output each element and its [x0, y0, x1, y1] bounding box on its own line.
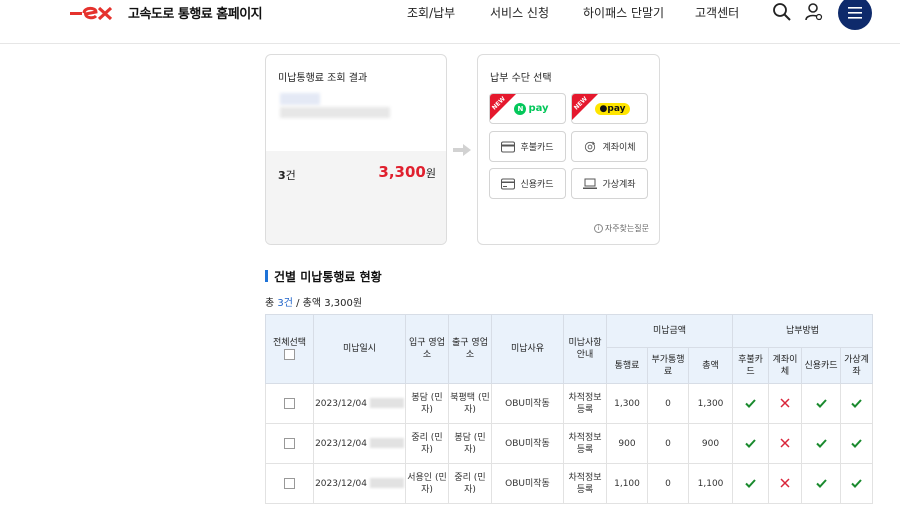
- card-icon: [501, 141, 516, 152]
- user-icon[interactable]: [804, 2, 824, 22]
- cell-exit: 중리 (민자): [448, 463, 492, 504]
- cell-reason: OBU미작동: [491, 383, 564, 424]
- check-icon: [732, 423, 770, 464]
- col-reason: 미납사유: [491, 314, 564, 384]
- cell-guide: 차적정보 등록: [563, 463, 607, 504]
- cell-surcharge: 0: [647, 383, 689, 424]
- row-checkbox[interactable]: [284, 437, 295, 449]
- laptop-icon: [583, 178, 598, 189]
- unpaid-toll-table: 전체선택 미납일시 입구 영업소 출구 영업소 미납사유 미납사항 안내 미납금…: [265, 314, 874, 504]
- cell-surcharge: 0: [647, 463, 689, 504]
- cell-entry: 봉담 (민자): [405, 383, 449, 424]
- check-icon: [840, 423, 874, 464]
- check-icon: [840, 463, 874, 504]
- table-row: 2023/12/04 서용인 (민자) 중리 (민자) OBU미작동 차적정보 …: [265, 463, 874, 504]
- table-row: 2023/12/04 중리 (민자) 봉담 (민자) OBU미작동 차적정보 등…: [265, 423, 874, 464]
- site-logo[interactable]: 고속도로 통행료 홈페이지: [70, 3, 263, 22]
- kakao-pay-button[interactable]: NEW ● pay: [571, 93, 648, 124]
- site-title: 고속도로 통행료 홈페이지: [128, 7, 263, 22]
- unpaid-summary: 총 3건 / 총액 3,300원: [265, 298, 363, 309]
- nav-service-application[interactable]: 서비스 신청: [490, 4, 549, 21]
- kakao-pay-logo: ● pay: [594, 102, 631, 115]
- col-guide: 미납사항 안내: [563, 314, 607, 384]
- transfer-icon: [585, 141, 596, 152]
- cell-guide: 차적정보 등록: [563, 383, 607, 424]
- redacted-info: [280, 107, 390, 118]
- cross-icon: [768, 423, 803, 464]
- virtual-account-button[interactable]: 가상계좌: [571, 168, 648, 199]
- account-transfer-button[interactable]: 계좌이체: [571, 131, 648, 162]
- cell-total: 900: [687, 423, 734, 464]
- cell-reason: OBU미작동: [491, 463, 564, 504]
- cell-surcharge: 0: [647, 423, 689, 464]
- col-method-transfer: 계좌이체: [768, 347, 803, 384]
- col-total: 총액: [687, 347, 734, 384]
- col-method-group: 납부방법: [732, 314, 874, 348]
- cell-total: 1,300: [687, 383, 734, 424]
- card-icon: [501, 178, 516, 189]
- col-exit: 출구 영업소: [448, 314, 492, 384]
- payment-card-title: 납부 수단 선택: [490, 73, 552, 84]
- cell-toll: 1,300: [606, 383, 648, 424]
- cell-exit: 북평택 (민자): [448, 383, 492, 424]
- cell-reason: OBU미작동: [491, 423, 564, 464]
- nav-customer-center[interactable]: 고객센터: [695, 4, 739, 21]
- postpaid-card-button[interactable]: 후불카드: [489, 131, 566, 162]
- cell-date: 2023/12/04: [313, 383, 406, 424]
- result-summary: 3건 3,300원: [266, 151, 446, 244]
- cell-entry: 중리 (민자): [405, 423, 449, 464]
- col-date: 미납일시: [313, 314, 406, 384]
- cell-date: 2023/12/04: [313, 463, 406, 504]
- check-icon: [732, 383, 770, 424]
- unpaid-amount: 3,300원: [378, 163, 436, 181]
- check-icon: [801, 383, 842, 424]
- search-icon[interactable]: [772, 2, 792, 22]
- nav-hipass-device[interactable]: 하이패스 단말기: [583, 4, 664, 21]
- section-accent-bar: [265, 270, 268, 282]
- unpaid-count: 3건: [278, 169, 296, 182]
- nav-inquiry-payment[interactable]: 조회/납부: [407, 4, 455, 21]
- naver-pay-button[interactable]: NEW Npay: [489, 93, 566, 124]
- row-checkbox[interactable]: [284, 477, 295, 489]
- cell-toll: 900: [606, 423, 648, 464]
- faq-link[interactable]: i 자주찾는질문: [593, 223, 649, 234]
- col-amount-group: 미납금액: [605, 314, 734, 348]
- naver-pay-logo: Npay: [514, 102, 549, 115]
- col-entry: 입구 영업소: [405, 314, 449, 384]
- redacted-plate: [280, 93, 320, 105]
- section-title: 건별 미납통행료 현황: [274, 270, 382, 284]
- info-icon: i: [593, 224, 603, 233]
- payment-method-card: 납부 수단 선택 NEW Npay NEW ● pay 후불카드 계좌이체 신용카…: [477, 54, 660, 245]
- check-icon: [840, 383, 874, 424]
- cell-date: 2023/12/04: [313, 423, 406, 464]
- check-icon: [801, 423, 842, 464]
- check-icon: [801, 463, 842, 504]
- cell-total: 1,100: [687, 463, 734, 504]
- col-method-credit: 신용카드: [801, 347, 842, 384]
- arrow-right-icon: [453, 144, 471, 156]
- result-card-title: 미납통행료 조회 결과: [278, 73, 368, 84]
- table-row: 2023/12/04 봉담 (민자) 북평택 (민자) OBU미작동 차적정보 …: [265, 383, 874, 424]
- col-method-virtual: 가상계좌: [840, 347, 874, 384]
- select-all-checkbox[interactable]: [284, 349, 295, 360]
- hamburger-icon: [848, 7, 862, 19]
- col-toll: 통행료: [606, 347, 648, 384]
- col-surcharge: 부가통행료: [647, 347, 689, 384]
- cross-icon: [768, 383, 803, 424]
- check-icon: [732, 463, 770, 504]
- cell-entry: 서용인 (민자): [405, 463, 449, 504]
- credit-card-button[interactable]: 신용카드: [489, 168, 566, 199]
- ex-logo-icon: [70, 6, 113, 20]
- cell-exit: 봉담 (민자): [448, 423, 492, 464]
- cell-guide: 차적정보 등록: [563, 423, 607, 464]
- unpaid-result-card: 미납통행료 조회 결과 3건 3,300원: [265, 54, 447, 245]
- col-method-postpaid: 후불카드: [732, 347, 770, 384]
- col-select-all: 전체선택: [265, 314, 314, 384]
- row-checkbox[interactable]: [284, 397, 295, 409]
- cell-toll: 1,100: [606, 463, 648, 504]
- cross-icon: [768, 463, 803, 504]
- site-header: 고속도로 통행료 홈페이지 조회/납부 서비스 신청 하이패스 단말기 고객센터: [0, 0, 900, 44]
- menu-button[interactable]: [838, 0, 872, 30]
